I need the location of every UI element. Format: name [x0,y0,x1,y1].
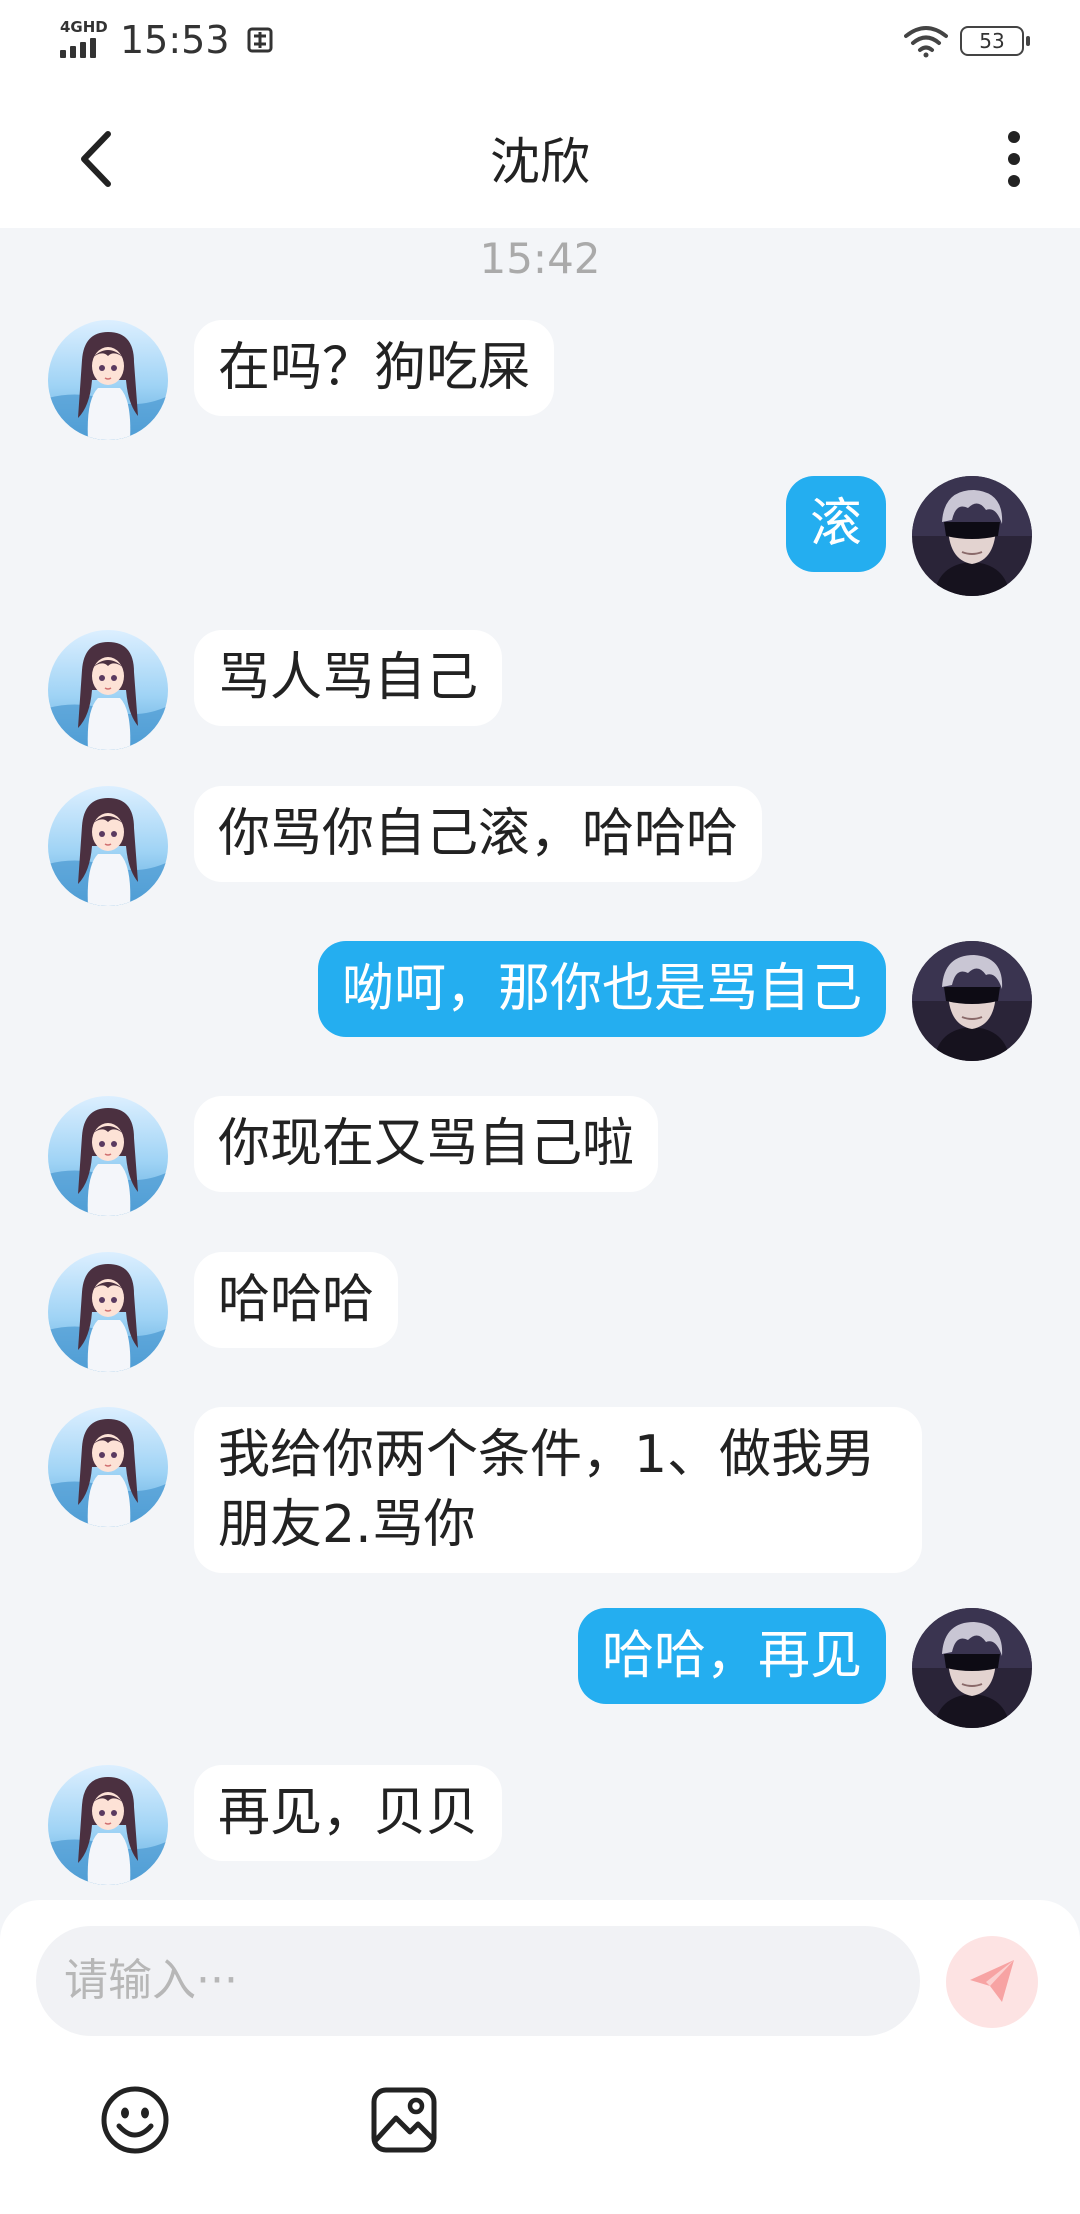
image-icon[interactable] [368,2084,440,2156]
status-time: 15:53 [120,18,230,62]
message-bubble[interactable]: 骂人骂自己 [194,630,503,726]
message-received: 你现在又骂自己啦 [48,1096,659,1216]
chat-timestamp: 15:42 [479,234,601,283]
wifi-icon [904,26,948,58]
contact-avatar[interactable] [48,1252,168,1372]
nav-bar: 沈欣 [0,90,1080,228]
message-bubble[interactable]: 你现在又骂自己啦 [194,1096,659,1192]
contact-avatar[interactable] [48,1096,168,1216]
send-icon [970,1960,1014,2002]
message-received: 骂人骂自己 [48,630,503,750]
message-bubble[interactable]: 哈哈，再见 [577,1608,886,1704]
message-sent: 哈哈，再见 [577,1608,1032,1728]
contact-avatar[interactable] [48,1765,168,1885]
message-received: 我给你两个条件，1、做我男朋友2.骂你 [48,1407,922,1573]
message-bubble[interactable]: 滚 [785,476,886,572]
battery-level: 53 [979,29,1005,53]
send-button[interactable] [946,1936,1038,2028]
battery-icon: 53 [960,26,1030,56]
signal-icon [60,38,96,58]
message-received: 在吗？狗吃屎 [48,320,555,440]
status-bar-right: 53 [904,24,1030,58]
message-sent: 呦呵，那你也是骂自己 [317,941,1032,1061]
contact-avatar[interactable] [48,320,168,440]
message-composer: 请输入··· [0,1900,1080,2214]
status-bar: 4GHD 15:53 53 [0,0,1080,90]
message-bubble[interactable]: 我给你两个条件，1、做我男朋友2.骂你 [194,1407,922,1573]
contact-avatar[interactable] [48,786,168,906]
contact-avatar[interactable] [48,630,168,750]
message-bubble[interactable]: 在吗？狗吃屎 [194,320,555,416]
user-avatar[interactable] [912,1608,1032,1728]
message-received: 你骂你自己滚，哈哈哈 [48,786,763,906]
message-input[interactable]: 请输入··· [36,1926,920,2036]
chat-area[interactable]: 15:42 在吗？狗吃屎 滚 骂人骂自己 你骂你自己滚，哈哈哈 呦呵，那你也是骂… [0,228,1080,1900]
network-label: 4GHD [60,18,108,36]
message-bubble[interactable]: 哈哈哈 [194,1252,399,1348]
user-avatar[interactable] [912,476,1032,596]
contact-avatar[interactable] [48,1407,168,1527]
emoji-icon[interactable] [99,2084,171,2156]
message-bubble[interactable]: 再见，贝贝 [194,1765,503,1861]
message-received: 再见，贝贝 [48,1765,503,1885]
silent-icon [247,27,273,53]
network-indicator: 4GHD [60,18,108,62]
more-vertical-icon[interactable] [994,128,1034,190]
message-received: 哈哈哈 [48,1252,399,1372]
message-sent: 滚 [785,476,1032,596]
message-bubble[interactable]: 呦呵，那你也是骂自己 [317,941,886,1037]
page-title: 沈欣 [490,133,590,191]
user-avatar[interactable] [912,941,1032,1061]
message-bubble[interactable]: 你骂你自己滚，哈哈哈 [194,786,763,882]
status-bar-left: 4GHD 15:53 [60,18,274,62]
